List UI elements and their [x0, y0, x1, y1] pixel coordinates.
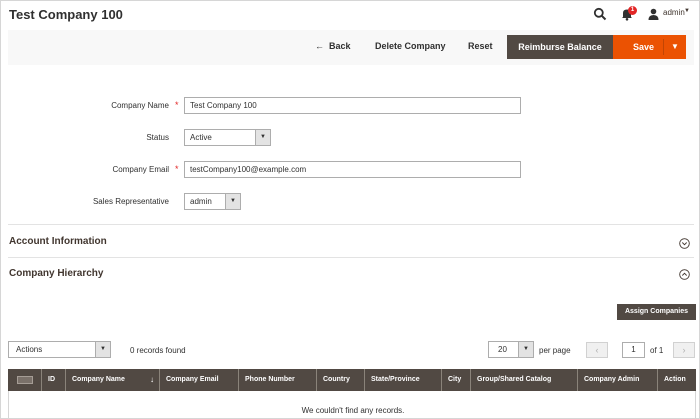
- mass-actions-select[interactable]: Actions ▼: [8, 341, 111, 358]
- grid-body: We couldn't find any records.: [8, 391, 696, 418]
- column-header-company-email[interactable]: Company Email: [160, 369, 239, 391]
- company-email-label: Company Email: [112, 165, 169, 174]
- assign-companies-button[interactable]: Assign Companies: [617, 304, 696, 320]
- chevron-left-icon: ‹: [595, 345, 599, 355]
- status-value: Active: [190, 133, 212, 142]
- column-header-company-name[interactable]: Company Name ↓: [66, 369, 160, 391]
- column-header-company-admin[interactable]: Company Admin: [578, 369, 658, 391]
- column-header-group-shared-catalog[interactable]: Group/Shared Catalog: [471, 369, 578, 391]
- reset-button[interactable]: Reset: [468, 41, 493, 51]
- company-name-label: Company Name: [111, 101, 169, 110]
- expand-icon[interactable]: [679, 236, 690, 249]
- per-page-select[interactable]: 20 ▼: [488, 341, 534, 358]
- chevron-down-icon: ▼: [95, 342, 110, 357]
- page-frame: Test Company 100 1 admin ▼ ← Back Delete …: [0, 0, 700, 419]
- arrow-left-icon: ←: [315, 41, 324, 51]
- user-icon[interactable]: [648, 7, 659, 20]
- mass-actions-value: Actions: [16, 345, 43, 354]
- reimburse-balance-button[interactable]: Reimburse Balance: [507, 35, 613, 59]
- notification-badge[interactable]: 1: [628, 6, 637, 15]
- section-divider: [8, 257, 694, 258]
- column-header-mass-select[interactable]: [8, 369, 42, 391]
- column-header-country[interactable]: Country: [317, 369, 365, 391]
- next-page-button[interactable]: ›: [673, 342, 695, 358]
- page-number-input[interactable]: 1: [622, 342, 645, 358]
- total-pages-label: of 1: [650, 346, 664, 355]
- chevron-down-icon: ▼: [518, 342, 533, 357]
- required-marker: *: [175, 164, 179, 174]
- user-menu[interactable]: admin: [663, 8, 685, 17]
- page-actions-toolbar: ← Back Delete Company Reset Reimburse Bal…: [8, 30, 694, 65]
- chevron-down-icon: ▼: [255, 130, 270, 145]
- sales-representative-select[interactable]: admin ▼: [184, 193, 241, 210]
- chevron-right-icon: ›: [682, 345, 686, 355]
- company-name-input[interactable]: Test Company 100: [184, 97, 521, 114]
- empty-grid-message: We couldn't find any records.: [301, 406, 405, 415]
- save-split-button: Save ▼: [613, 35, 686, 59]
- delete-company-button[interactable]: Delete Company: [375, 41, 446, 51]
- save-divider: [663, 39, 664, 55]
- status-label: Status: [146, 133, 169, 142]
- sales-representative-label: Sales Representative: [92, 197, 169, 206]
- account-information-section-title[interactable]: Account Information: [9, 236, 107, 247]
- column-header-state-province[interactable]: State/Province: [365, 369, 442, 391]
- column-header-phone-number[interactable]: Phone Number: [239, 369, 317, 391]
- required-marker: *: [175, 100, 179, 110]
- save-button[interactable]: Save: [633, 35, 654, 59]
- section-divider: [8, 224, 694, 225]
- status-select[interactable]: Active ▼: [184, 129, 271, 146]
- back-button-label: Back: [329, 41, 351, 51]
- chevron-down-icon: ▼: [225, 194, 240, 209]
- save-dropdown-toggle[interactable]: ▼: [671, 35, 679, 59]
- sales-representative-value: admin: [190, 197, 212, 206]
- per-page-value: 20: [498, 345, 507, 354]
- grid-header-row: ID Company Name ↓ Company Email Phone Nu…: [8, 369, 696, 391]
- records-found-count: 0 records found: [130, 346, 186, 355]
- column-header-action[interactable]: Action: [658, 369, 696, 391]
- per-page-label: per page: [539, 346, 571, 355]
- column-header-city[interactable]: City: [442, 369, 471, 391]
- chevron-down-icon[interactable]: ▼: [684, 8, 690, 14]
- previous-page-button[interactable]: ‹: [586, 342, 608, 358]
- company-email-input[interactable]: testCompany100@example.com: [184, 161, 521, 178]
- search-icon[interactable]: [593, 7, 607, 21]
- mass-select-checkbox[interactable]: [17, 376, 33, 384]
- collapse-icon[interactable]: [679, 267, 690, 280]
- page-title: Test Company 100: [9, 7, 123, 22]
- column-header-id[interactable]: ID: [42, 369, 66, 391]
- column-header-company-name-label: Company Name: [72, 376, 125, 383]
- back-button[interactable]: ← Back: [315, 41, 351, 51]
- sort-arrow-icon: ↓: [150, 375, 154, 384]
- company-hierarchy-section-title[interactable]: Company Hierarchy: [9, 268, 103, 279]
